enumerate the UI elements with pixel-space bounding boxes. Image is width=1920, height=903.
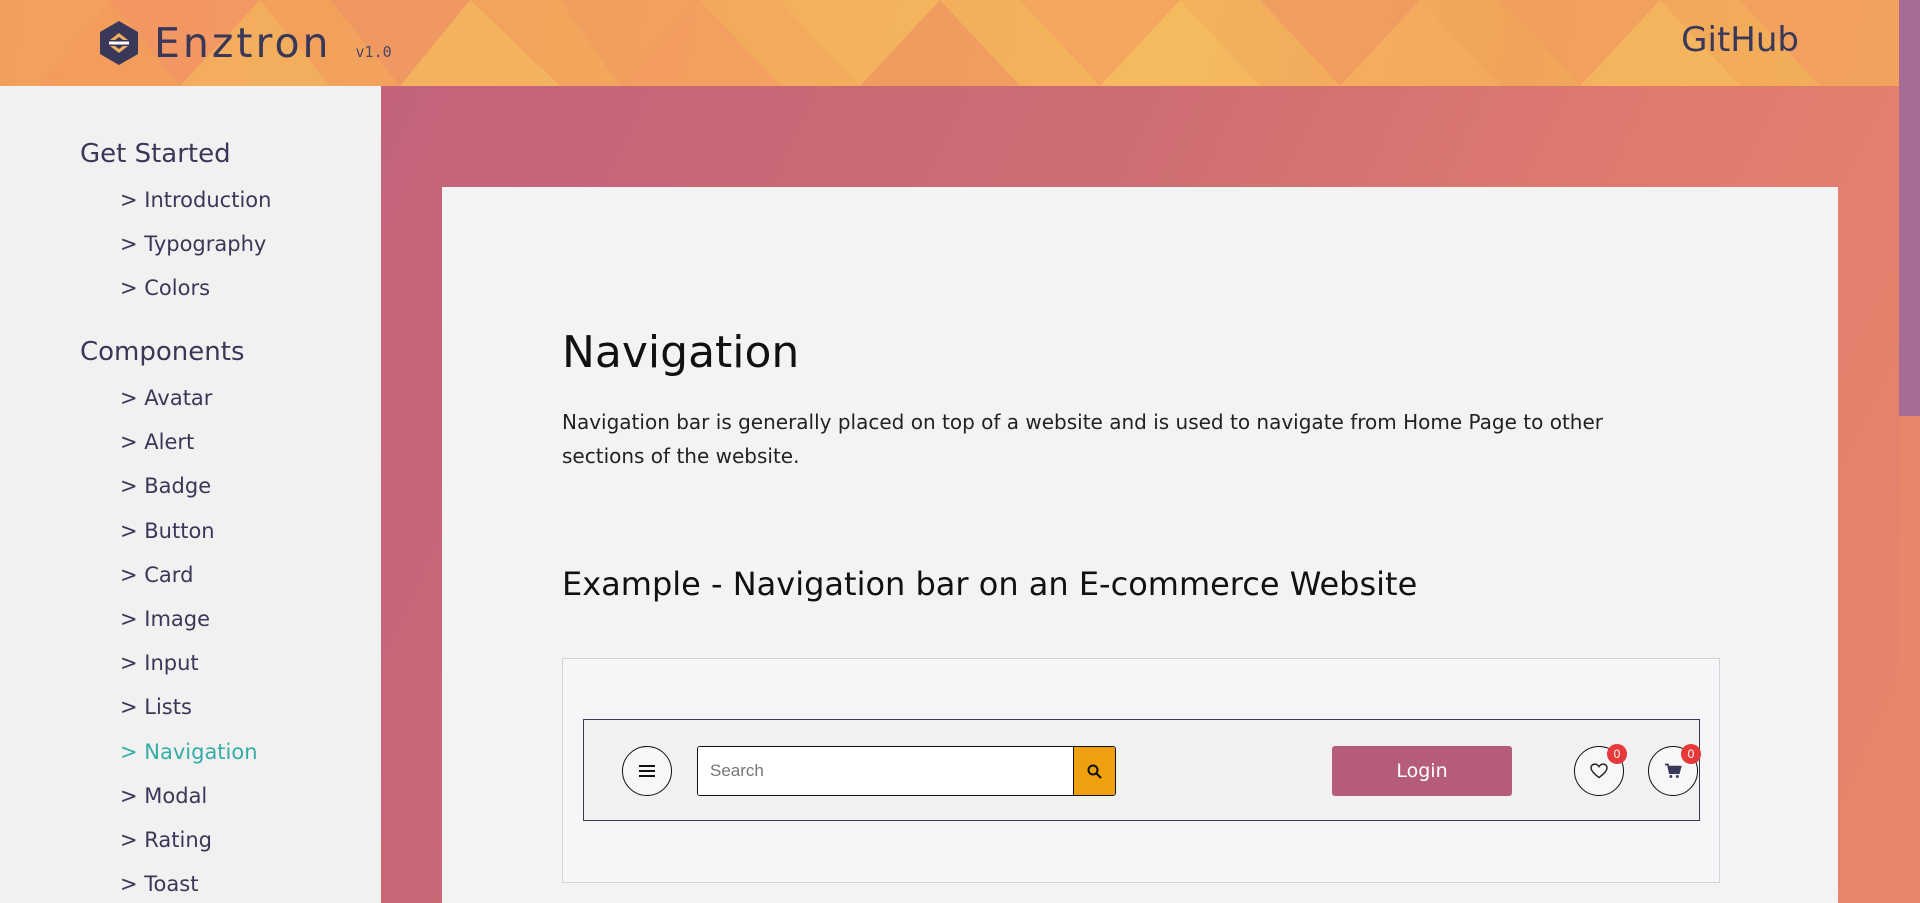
page-title: Navigation — [562, 327, 800, 378]
search-icon — [1087, 764, 1102, 779]
cart-icon — [1665, 763, 1682, 778]
sidebar-heading: Get Started — [80, 139, 231, 169]
wishlist-count-badge: 0 — [1607, 744, 1627, 764]
example-title: Example - Navigation bar on an E-commerc… — [562, 565, 1418, 603]
sidebar-item-badge[interactable]: > Badge — [120, 464, 258, 508]
search-input[interactable] — [698, 747, 1073, 795]
sidebar-item-image[interactable]: > Image — [120, 597, 258, 641]
page-description: Navigation bar is generally placed on to… — [562, 410, 1604, 468]
top-header: Enztron v1.0 GitHub — [0, 0, 1899, 86]
sidebar-list: > Introduction > Typography > Colors — [80, 178, 271, 311]
sidebar-item-button[interactable]: > Button — [120, 509, 258, 553]
scrollbar-thumb[interactable] — [1899, 0, 1920, 416]
cart-count-badge: 0 — [1681, 744, 1701, 764]
heart-icon — [1590, 763, 1608, 779]
sidebar-item-alert[interactable]: > Alert — [120, 420, 258, 464]
sidebar-item-navigation[interactable]: > Navigation — [120, 730, 258, 774]
sidebar-item-rating[interactable]: > Rating — [120, 818, 258, 862]
demo-navbar: Login 0 0 — [583, 719, 1701, 821]
sidebar-list: > Avatar > Alert > Badge > Button > Card… — [80, 376, 258, 903]
sidebar-item-card[interactable]: > Card — [120, 553, 258, 597]
hamburger-menu-icon[interactable] — [622, 746, 672, 796]
logo-hexagon-icon — [100, 21, 138, 65]
sidebar-item-lists[interactable]: > Lists — [120, 685, 258, 729]
sidebar: Get Started > Introduction > Typography … — [0, 86, 381, 903]
login-button[interactable]: Login — [1332, 746, 1512, 796]
search-button[interactable] — [1073, 747, 1115, 795]
wishlist-button[interactable]: 0 — [1574, 744, 1627, 796]
brand-logo[interactable]: Enztron v1.0 — [98, 18, 392, 68]
sidebar-item-input[interactable]: > Input — [120, 641, 258, 685]
page-scrollbar[interactable] — [1899, 0, 1920, 903]
sidebar-item-introduction[interactable]: > Introduction — [120, 178, 271, 222]
brand-name: Enztron — [154, 19, 332, 67]
sidebar-item-modal[interactable]: > Modal — [120, 774, 258, 818]
search-box — [697, 746, 1116, 796]
sidebar-item-colors[interactable]: > Colors — [120, 266, 271, 310]
version-label: v1.0 — [355, 43, 392, 61]
sidebar-heading: Components — [80, 337, 245, 367]
main-content-card: Navigation Navigation bar is generally p… — [442, 187, 1838, 903]
example-container: Login 0 0 — [562, 658, 1720, 883]
sidebar-group-components: Components > Avatar > Alert > Badge > Bu… — [80, 332, 258, 903]
github-link[interactable]: GitHub — [1681, 20, 1799, 60]
sidebar-item-toast[interactable]: > Toast — [120, 862, 258, 903]
sidebar-item-avatar[interactable]: > Avatar — [120, 376, 258, 420]
hamburger-lines — [639, 765, 655, 777]
sidebar-item-typography[interactable]: > Typography — [120, 222, 271, 266]
page: Enztron v1.0 GitHub Get Started > Introd… — [0, 0, 1920, 903]
cart-button[interactable]: 0 — [1648, 744, 1701, 796]
sidebar-group-get-started: Get Started > Introduction > Typography … — [80, 134, 271, 311]
